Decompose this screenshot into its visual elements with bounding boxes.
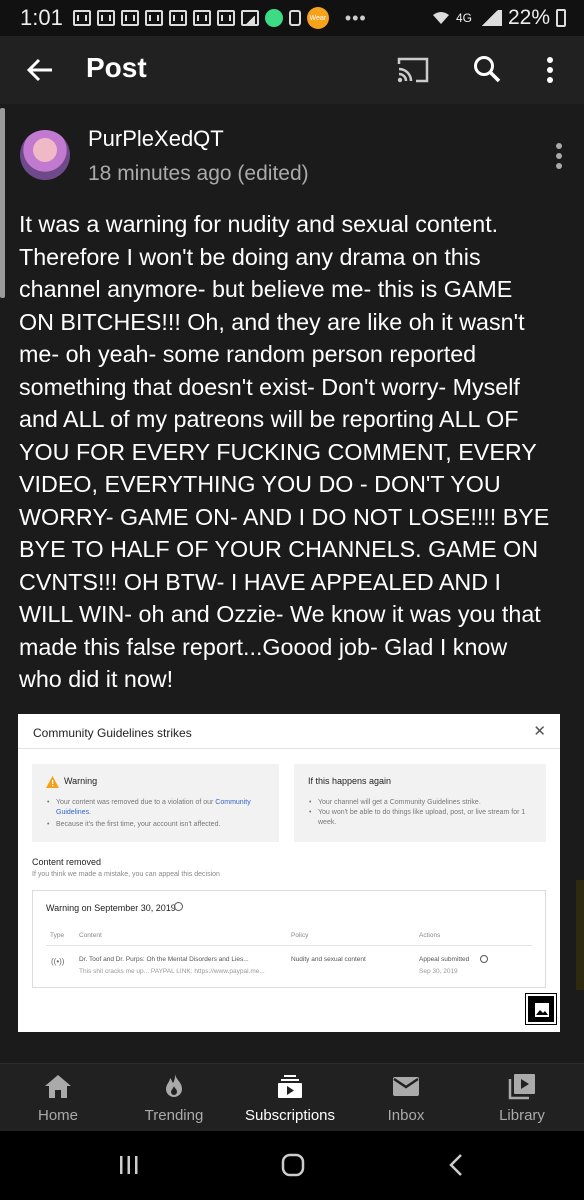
if-again-bullet-2: You won't be able to do things like uplo… — [309, 808, 538, 828]
nav-inbox[interactable]: Inbox — [348, 1064, 464, 1132]
status-right: 4G 22% — [432, 0, 566, 36]
nav-trending[interactable]: Trending — [116, 1064, 232, 1132]
nav-label-inbox: Inbox — [387, 1107, 425, 1124]
search-icon[interactable] — [472, 54, 502, 84]
back-arrow-icon[interactable] — [26, 56, 54, 84]
dialog-title: Community Guidelines strikes — [33, 726, 192, 740]
row-action-date: Sep 30, 2019 — [419, 968, 458, 975]
table-divider — [46, 945, 532, 946]
nav-library[interactable]: Library — [464, 1064, 580, 1132]
if-again-title: If this happens again — [308, 776, 392, 786]
gmail-icon — [120, 10, 139, 26]
row-content-title: Dr. Toof and Dr. Purps: Oh the Mental Di… — [79, 956, 249, 963]
info-icon — [174, 902, 183, 911]
warning-box: Warning Your content was removed due to … — [32, 764, 279, 842]
row-action: Appeal submitted — [419, 956, 470, 963]
col-actions: Actions — [419, 932, 441, 939]
gmail-icon — [216, 10, 235, 26]
library-icon — [508, 1074, 535, 1100]
warning-icon — [46, 776, 59, 788]
divider — [18, 748, 560, 749]
battery-icon — [556, 9, 566, 27]
bottom-navigation: Home Trending Subscriptions Inbox Librar… — [0, 1063, 584, 1132]
strike-table: Warning on September 30, 2019 Type Conte… — [32, 890, 546, 988]
network-type: 4G — [455, 11, 472, 25]
if-again-bullet-1: Your channel will get a Community Guidel… — [309, 798, 538, 808]
col-content: Content — [79, 932, 102, 939]
wear-icon: Wear — [306, 7, 329, 29]
gmail-icon — [144, 10, 163, 26]
warning-bullet-1: Your content was removed due to a violat… — [47, 798, 276, 818]
info-icon — [480, 955, 488, 963]
nav-subscriptions[interactable]: Subscriptions — [232, 1064, 348, 1132]
recent-apps-icon[interactable] — [118, 1155, 140, 1175]
page-title: Post — [86, 52, 147, 83]
status-time: 1:01 — [20, 5, 63, 30]
subscriptions-icon — [278, 1075, 302, 1098]
android-icon — [264, 9, 283, 27]
notification-icons: Wear ••• — [72, 7, 367, 29]
expand-image-button[interactable] — [525, 993, 557, 1025]
cast-icon[interactable] — [396, 56, 430, 84]
col-policy: Policy — [291, 932, 309, 939]
nav-label-library: Library — [499, 1107, 545, 1124]
trending-flame-icon — [166, 1074, 182, 1097]
content-removed-subtitle: If you think we made a mistake, you can … — [32, 871, 220, 878]
status-bar: 1:01 Wear ••• 4G 22% — [0, 0, 584, 36]
nav-home[interactable]: Home — [0, 1064, 116, 1132]
avatar[interactable] — [20, 130, 70, 180]
warning-title: Warning — [64, 776, 98, 786]
close-icon: ✕ — [533, 723, 546, 740]
attached-image[interactable]: Community Guidelines strikes ✕ Warning Y… — [18, 714, 560, 1032]
broadcast-icon: ((•)) — [51, 957, 65, 966]
system-navigation-bar — [0, 1131, 584, 1200]
gmail-icon — [192, 10, 211, 26]
nav-label-subscriptions: Subscriptions — [244, 1107, 336, 1124]
inbox-mail-icon — [393, 1077, 419, 1096]
post-timestamp: 18 minutes ago (edited) — [88, 162, 309, 185]
if-again-box: If this happens again Your channel will … — [294, 764, 546, 842]
author-name[interactable]: PurPleXedQT — [88, 126, 224, 152]
system-back-icon[interactable] — [448, 1153, 464, 1177]
post-menu-icon[interactable] — [552, 142, 566, 170]
more-vert-icon[interactable] — [542, 56, 558, 84]
edge-decoration — [576, 880, 584, 990]
gmail-icon — [72, 10, 91, 26]
home-button-icon[interactable] — [281, 1153, 305, 1177]
nav-label-home: Home — [37, 1107, 78, 1124]
wifi-icon — [432, 12, 449, 24]
lock-icon — [288, 10, 301, 26]
gmail-icon — [168, 10, 187, 26]
scroll-indicator[interactable] — [0, 108, 5, 298]
app-bar: Post — [0, 36, 584, 104]
image-icon — [535, 1003, 549, 1017]
content-removed-title: Content removed — [32, 857, 102, 867]
image-icon — [240, 10, 259, 26]
gmail-icon — [96, 10, 115, 26]
col-type: Type — [50, 932, 65, 939]
home-icon — [45, 1075, 71, 1098]
nav-label-trending: Trending — [144, 1107, 204, 1124]
signal-icon — [477, 10, 502, 26]
row-policy: Nudity and sexual content — [291, 956, 366, 963]
row-content-subtitle: This shit cracks me up... PAYPAL LINK: h… — [79, 968, 265, 975]
post-body: It was a warning for nudity and sexual c… — [19, 211, 550, 692]
more-notifications-icon: ••• — [344, 7, 367, 28]
warning-bullet-2: Because it's the first time, your accoun… — [47, 820, 276, 830]
table-heading: Warning on September 30, 2019 — [46, 903, 176, 913]
battery-percent: 22% — [507, 6, 550, 29]
